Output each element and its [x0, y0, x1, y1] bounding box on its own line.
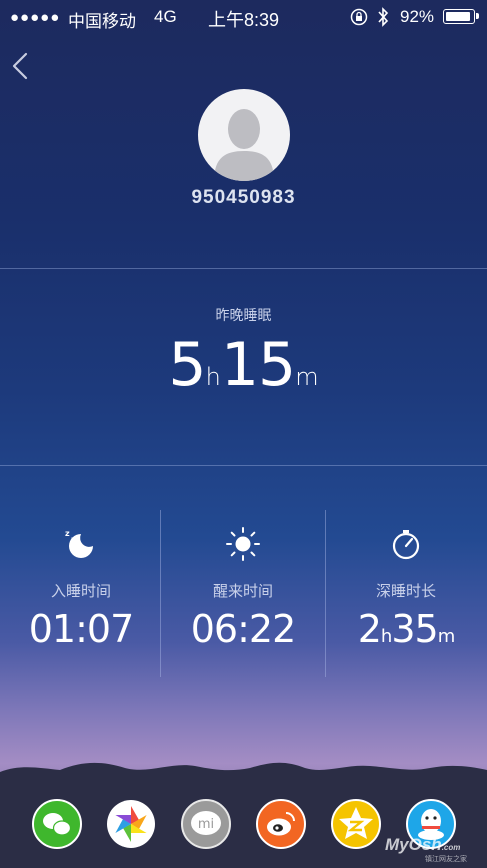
qzone-share-button[interactable] — [331, 799, 381, 849]
deep-sleep-value: 2h35m — [325, 607, 487, 651]
share-bar: mi MyOsh.com 镇江网友之家 — [0, 778, 487, 868]
hours-unit: h — [380, 626, 392, 647]
watermark-logo: MyOsh.com — [385, 835, 461, 854]
deep-sleep-label: 深睡时长 — [375, 583, 436, 600]
rotation-lock-icon — [350, 8, 368, 26]
battery-icon — [443, 9, 479, 24]
hours-unit: h — [205, 363, 221, 391]
svg-text:z: z — [71, 535, 76, 544]
bedtime-label: 入睡时间 — [50, 583, 111, 600]
back-chevron-icon[interactable] — [8, 48, 32, 84]
svg-text:z: z — [65, 529, 70, 538]
deep-sleep-hours: 2 — [357, 607, 382, 651]
wechat-share-button[interactable] — [32, 799, 82, 849]
bluetooth-icon — [378, 7, 389, 27]
wake-time-stat: 醒来时间 06:22 — [162, 510, 324, 651]
bedtime-value: 01:07 — [28, 607, 135, 651]
qzone-icon — [331, 799, 381, 849]
stopwatch-icon — [392, 530, 420, 560]
avatar[interactable] — [198, 89, 290, 181]
minutes-unit: m — [295, 363, 319, 391]
wake-time-label: 醒来时间 — [212, 583, 273, 600]
sleep-minutes: 15 — [220, 330, 296, 400]
divider — [0, 465, 487, 466]
wake-time-value: 06:22 — [190, 607, 297, 651]
moon-zzz-icon: z z — [65, 529, 93, 558]
sleep-duration: 5h15m — [0, 330, 487, 400]
battery-percent: 92% — [400, 7, 435, 26]
default-avatar-icon — [214, 109, 274, 181]
minutes-unit: m — [437, 626, 456, 647]
moments-share-button[interactable] — [106, 799, 156, 849]
moments-icon — [107, 800, 155, 848]
deep-sleep-minutes: 35 — [391, 607, 438, 651]
wechat-icon — [32, 799, 82, 849]
watermark-subtitle: 镇江网友之家 — [425, 856, 467, 863]
status-bar: ●●●●● 中国移动 4G 上午8:39 92% — [0, 0, 487, 36]
divider — [160, 510, 161, 677]
last-night-sleep-label: 昨晚睡眠 — [215, 307, 272, 323]
divider — [0, 268, 487, 269]
bedtime-stat: z z 入睡时间 01:07 — [0, 510, 162, 651]
svg-text:mi: mi — [198, 817, 214, 832]
user-id: 950450983 — [191, 187, 296, 208]
sun-icon — [226, 527, 260, 561]
weibo-icon — [256, 799, 306, 849]
sleep-hours: 5 — [168, 330, 206, 400]
miliao-share-button[interactable]: mi — [181, 799, 231, 849]
weibo-share-button[interactable] — [256, 799, 306, 849]
deep-sleep-stat: 深睡时长 2h35m — [325, 510, 487, 651]
miliao-icon: mi — [181, 799, 231, 849]
